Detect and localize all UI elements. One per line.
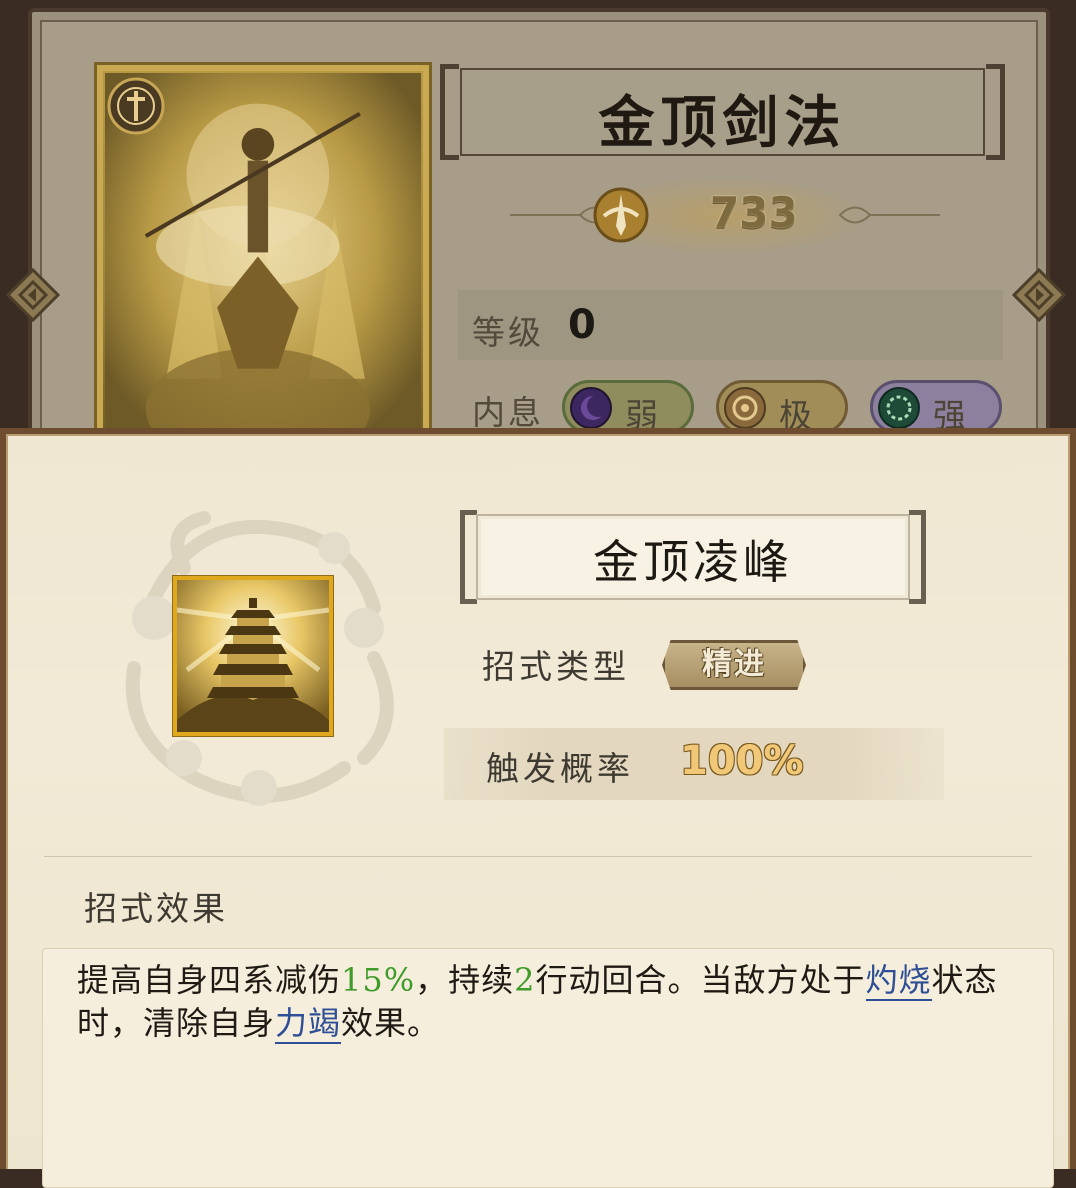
move-type-badge: 精进 (662, 640, 806, 690)
section-divider (44, 856, 1032, 857)
skill-title-plaque: 金顶剑法 (440, 64, 1005, 160)
move-name: 金顶凌峰 (593, 535, 793, 589)
effect-text-part: 行动回合。当敌方处于 (535, 961, 866, 999)
trigger-rate-value: 100% (680, 738, 804, 784)
move-name-plaque: 金顶凌峰 (460, 510, 926, 604)
damage-reduction-value: 15% (341, 961, 416, 999)
neixi-label: 内息 (472, 393, 544, 432)
effect-section-title: 招式效果 (84, 889, 228, 928)
neixi-pill-strong[interactable]: 强 (870, 380, 1002, 435)
burn-status-link[interactable]: 灼烧 (865, 961, 932, 1001)
next-arrow-icon[interactable] (1012, 268, 1066, 322)
level-row: 等级 0 (458, 290, 1003, 360)
popup-body: 金顶凌峰 招式类型 精进 触发概率 100% 招式效果 提高自身四系减伤15%，… (6, 434, 1070, 1188)
trigger-rate-row: 触发概率 100% (444, 728, 944, 800)
sword-power-icon (593, 187, 649, 243)
character-card (94, 62, 432, 451)
move-type-value: 精进 (702, 647, 766, 682)
effect-text-part: 效果。 (341, 1004, 441, 1042)
skill-name: 金顶剑法 (598, 90, 847, 156)
duration-value: 2 (514, 961, 536, 999)
move-type-label: 招式类型 (482, 647, 630, 686)
neixi-pill-extreme[interactable]: 极 (716, 380, 848, 435)
trigger-rate-label: 触发概率 (486, 749, 634, 788)
prev-arrow-icon[interactable] (6, 268, 60, 322)
level-value: 0 (568, 302, 596, 348)
sect-emblem-icon (107, 77, 165, 135)
neixi-pill-weak[interactable]: 弱 (562, 380, 694, 435)
jade-orb-icon (878, 387, 920, 429)
pagoda-skill-icon (173, 576, 333, 736)
power-row: 733 (510, 170, 940, 262)
exhaustion-status-link[interactable]: 力竭 (275, 1004, 342, 1044)
effect-description: 提高自身四系减伤15%，持续2行动回合。当敌方处于灼烧状态时，清除自身力竭效果。 (77, 959, 1027, 1045)
effect-text-part: ，持续 (415, 961, 515, 999)
power-value: 733 (710, 188, 798, 237)
level-label: 等级 (472, 313, 544, 352)
moon-orb-icon (570, 387, 612, 429)
effect-description-box: 提高自身四系减伤15%，持续2行动回合。当敌方处于灼烧状态时，清除自身力竭效果。 (42, 948, 1054, 1188)
sun-orb-icon (724, 387, 766, 429)
move-detail-popup: 金顶凌峰 招式类型 精进 触发概率 100% 招式效果 提高自身四系减伤15%，… (0, 428, 1076, 1188)
effect-text-part: 提高自身四系减伤 (77, 961, 342, 999)
ornament-right-icon (838, 206, 940, 224)
